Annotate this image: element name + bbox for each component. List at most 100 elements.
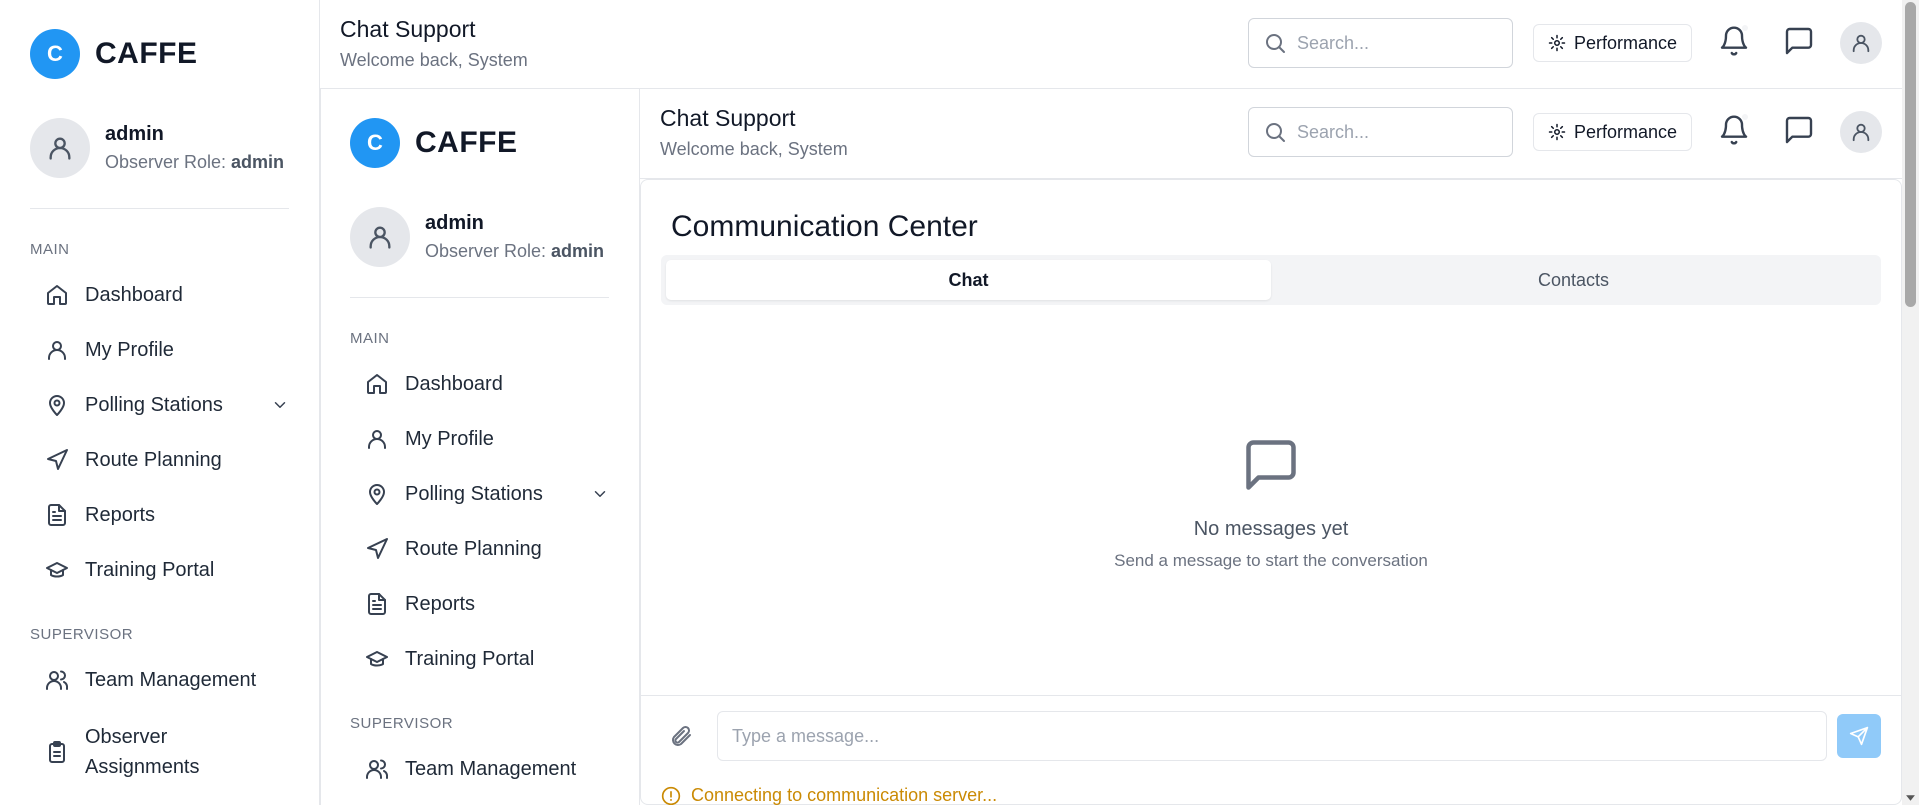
message-square-icon bbox=[1246, 440, 1296, 490]
notifications-button[interactable] bbox=[1718, 114, 1750, 146]
user-icon bbox=[368, 430, 386, 449]
scroll-down-arrow-icon[interactable] bbox=[1905, 792, 1916, 803]
graduation-cap-icon bbox=[366, 651, 388, 667]
notification-dot bbox=[1742, 114, 1748, 120]
user-name: admin bbox=[425, 212, 484, 234]
section-label-supervisor: SUPERVISOR bbox=[30, 626, 134, 643]
navigation-icon bbox=[47, 449, 68, 470]
sidebar-item-my-profile[interactable]: My Profile bbox=[365, 419, 609, 459]
sidebar-item-label: Polling Stations bbox=[85, 393, 223, 416]
search-icon bbox=[1266, 34, 1285, 53]
sidebar-item-team-management[interactable]: Team Management bbox=[365, 749, 609, 789]
sidebar-item-label: Dashboard bbox=[85, 283, 183, 306]
scrollbar-thumb[interactable] bbox=[1905, 2, 1916, 307]
performance-label: Performance bbox=[1574, 121, 1678, 142]
graduation-cap-icon bbox=[46, 562, 68, 578]
divider bbox=[350, 297, 609, 298]
sidebar-item-dashboard[interactable]: Dashboard bbox=[45, 275, 289, 315]
user-role-prefix: Observer Role: bbox=[425, 241, 552, 261]
search-input[interactable]: Search... bbox=[1297, 33, 1369, 54]
home-icon bbox=[367, 374, 387, 394]
sidebar-item-training-portal[interactable]: Training Portal bbox=[365, 639, 609, 679]
sidebar-item-polling-stations[interactable]: Polling Stations bbox=[45, 385, 289, 425]
user-icon bbox=[48, 341, 66, 360]
sidebar-item-observer-assignments[interactable]: Observer Assignments bbox=[45, 720, 245, 784]
page-subtitle: Welcome back, System bbox=[660, 139, 848, 159]
page-title: Chat Support bbox=[340, 16, 476, 42]
user-role: Observer Role: admin bbox=[425, 241, 604, 262]
messages-button[interactable] bbox=[1783, 114, 1815, 146]
user-avatar-button[interactable] bbox=[1840, 111, 1882, 153]
avatar bbox=[30, 118, 90, 178]
notifications-button[interactable] bbox=[1718, 25, 1750, 57]
sidebar-item-label: Reports bbox=[85, 503, 156, 526]
sidebar-item-label: Polling Stations bbox=[405, 482, 543, 505]
page-title: Chat Support bbox=[660, 105, 796, 131]
home-icon bbox=[47, 285, 67, 305]
messages-button[interactable] bbox=[1783, 25, 1815, 57]
user-avatar-button[interactable] bbox=[1840, 22, 1882, 64]
sidebar-item-dashboard[interactable]: Dashboard bbox=[365, 364, 609, 404]
alert-circle-icon bbox=[661, 786, 681, 805]
brand[interactable]: C CAFFE bbox=[30, 29, 198, 79]
chevron-down-icon[interactable] bbox=[271, 396, 289, 414]
file-text-icon bbox=[368, 593, 386, 615]
tab-bar: Chat Contacts bbox=[661, 255, 1881, 305]
sidebar-item-route-planning[interactable]: Route Planning bbox=[45, 440, 289, 480]
clipboard-icon bbox=[49, 741, 65, 763]
message-square-icon bbox=[1785, 27, 1813, 55]
message-composer bbox=[641, 695, 1901, 775]
empty-state-subtitle: Send a message to start the conversation bbox=[1114, 551, 1428, 570]
sidebar-item-route-planning[interactable]: Route Planning bbox=[365, 529, 609, 569]
section-label-main: MAIN bbox=[30, 241, 70, 258]
tab-chat[interactable]: Chat bbox=[666, 260, 1271, 300]
connection-status: Connecting to communication server... bbox=[661, 785, 997, 805]
app-name: CAFFE bbox=[415, 126, 518, 159]
user-card[interactable]: admin Observer Role: admin bbox=[30, 118, 284, 178]
file-text-icon bbox=[48, 504, 66, 526]
app-logo: C bbox=[350, 118, 400, 168]
search-box[interactable]: Search... bbox=[1248, 18, 1513, 68]
sidebar-item-my-profile[interactable]: My Profile bbox=[45, 330, 289, 370]
app-root: C CAFFE admin Observer Role: admin MAIN … bbox=[0, 0, 1919, 805]
paperclip-icon[interactable] bbox=[669, 724, 693, 748]
send-button[interactable] bbox=[1837, 714, 1881, 758]
page-scrollbar[interactable] bbox=[1902, 0, 1919, 805]
user-icon bbox=[369, 226, 391, 249]
sidebar-item-label: My Profile bbox=[85, 338, 174, 361]
users-icon bbox=[366, 759, 389, 779]
sidebar-item-polling-stations[interactable]: Polling Stations bbox=[365, 474, 609, 514]
sidebar-item-team-management[interactable]: Team Management bbox=[45, 660, 289, 700]
sidebar-item-label: Training Portal bbox=[85, 558, 215, 581]
app-name: CAFFE bbox=[95, 37, 198, 70]
map-pin-icon bbox=[49, 395, 65, 416]
sidebar-item-reports[interactable]: Reports bbox=[45, 495, 289, 535]
sidebar-item-training-portal[interactable]: Training Portal bbox=[45, 550, 289, 590]
divider bbox=[30, 208, 289, 209]
user-card[interactable]: admin Observer Role: admin bbox=[350, 207, 604, 267]
chevron-down-icon[interactable] bbox=[591, 485, 609, 503]
sidebar-item-label: Team Management bbox=[405, 757, 577, 780]
message-input[interactable] bbox=[717, 711, 1827, 761]
user-role-prefix: Observer Role: bbox=[105, 152, 232, 172]
page-subtitle: Welcome back, System bbox=[340, 50, 528, 70]
tab-contacts[interactable]: Contacts bbox=[1271, 260, 1876, 300]
sidebar-item-label: Dashboard bbox=[405, 372, 503, 395]
user-role-value: admin bbox=[231, 152, 285, 172]
user-name: admin bbox=[105, 123, 164, 145]
map-pin-icon bbox=[369, 484, 385, 505]
section-label-main: MAIN bbox=[350, 330, 390, 347]
performance-button[interactable]: Performance bbox=[1533, 24, 1693, 62]
section-label-supervisor: SUPERVISOR bbox=[350, 715, 454, 732]
navigation-icon bbox=[367, 538, 388, 559]
avatar bbox=[350, 207, 410, 267]
empty-state: No messages yet Send a message to start … bbox=[641, 435, 1901, 571]
search-input[interactable]: Search... bbox=[1297, 122, 1369, 143]
performance-button[interactable]: Performance bbox=[1533, 113, 1693, 151]
brand[interactable]: C CAFFE bbox=[350, 118, 518, 168]
connection-status-text: Connecting to communication server... bbox=[691, 785, 998, 805]
search-box[interactable]: Search... bbox=[1248, 107, 1513, 157]
nested-header: Chat Support Welcome back, System Search… bbox=[640, 89, 1919, 179]
users-icon bbox=[46, 670, 69, 690]
sidebar-item-reports[interactable]: Reports bbox=[365, 584, 609, 624]
